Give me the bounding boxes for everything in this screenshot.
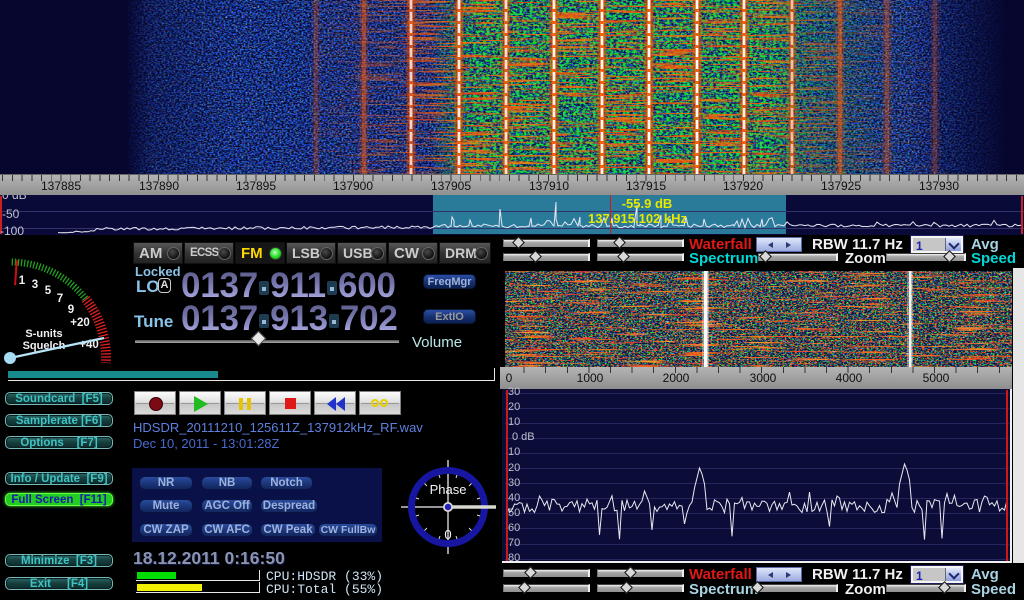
svg-text:5: 5	[45, 285, 52, 297]
svg-text:1: 1	[19, 275, 26, 287]
svg-text:Phase: Phase	[430, 482, 467, 497]
svg-text:3: 3	[32, 279, 38, 291]
svg-text:+20: +20	[70, 317, 90, 329]
svg-text:0: 0	[444, 527, 451, 542]
svg-text:7: 7	[57, 293, 63, 305]
svg-text:9: 9	[68, 304, 74, 316]
svg-text:S-units: S-units	[25, 328, 62, 340]
